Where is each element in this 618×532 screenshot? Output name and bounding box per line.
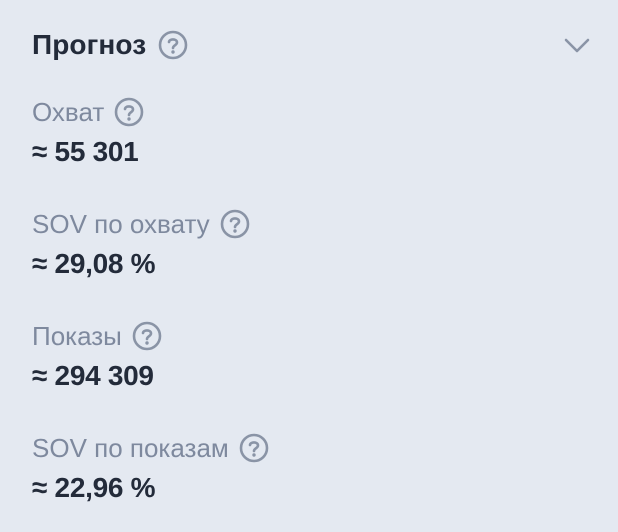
metric-value: ≈ 294 309: [32, 360, 154, 391]
forecast-title: Прогноз: [32, 29, 147, 60]
metric-label: Показы: [32, 320, 122, 351]
metric-sov-reach: SOV по охвату ≈ 29,08 %: [32, 206, 594, 280]
metric-label: Охват: [32, 96, 105, 127]
chevron-down-icon[interactable]: [562, 30, 592, 60]
metric-sov-impressions: SOV по показам ≈ 22,96 %: [32, 430, 594, 504]
metric-label: SOV по показам: [32, 432, 229, 463]
metric-value: ≈ 55 301: [32, 136, 139, 167]
forecast-header[interactable]: Прогноз: [32, 26, 594, 64]
metric-reach: Охват ≈ 55 301: [32, 94, 594, 168]
metric-value: ≈ 29,08 %: [32, 248, 156, 279]
forecast-panel: Прогноз Охват ≈ 55 301 SOV по охвату ≈ 2…: [0, 0, 618, 532]
metric-value: ≈ 22,96 %: [32, 472, 156, 503]
question-circle-icon[interactable]: [158, 30, 188, 60]
question-circle-icon[interactable]: [114, 97, 144, 127]
metric-label: SOV по охвату: [32, 208, 210, 239]
question-circle-icon[interactable]: [239, 433, 269, 463]
question-circle-icon[interactable]: [132, 321, 162, 351]
metric-impressions: Показы ≈ 294 309: [32, 318, 594, 392]
question-circle-icon[interactable]: [220, 209, 250, 239]
